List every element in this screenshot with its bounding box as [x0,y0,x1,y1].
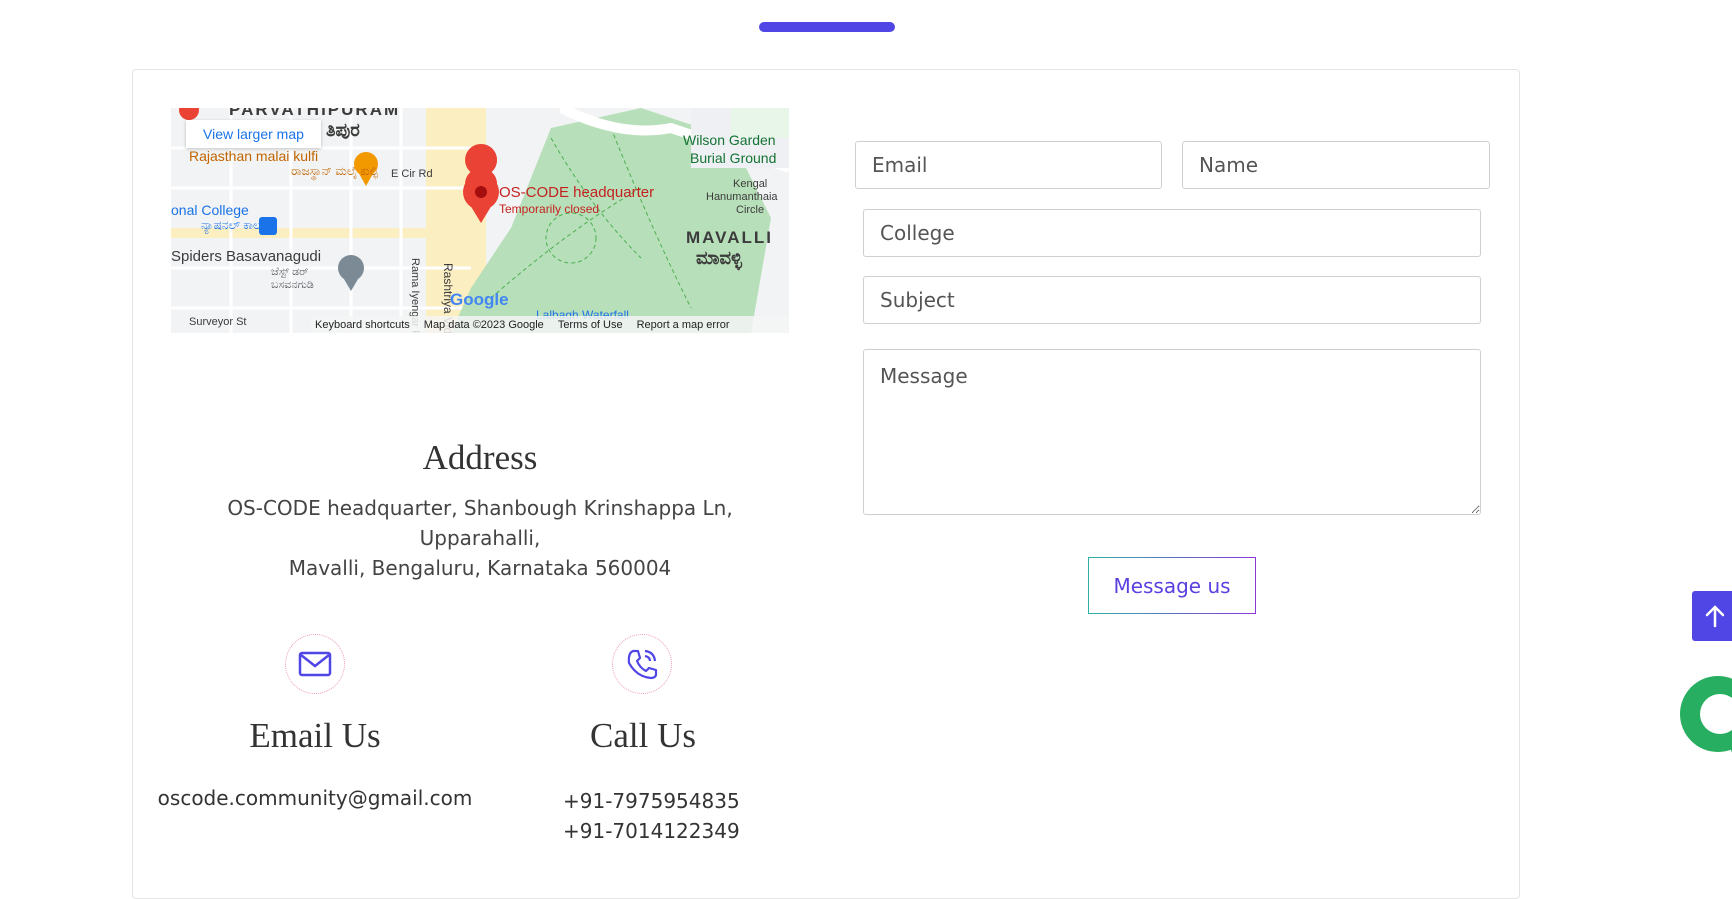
map-label-parvathipuram: PARVATHIPURAM [229,108,401,119]
map-label-hq[interactable]: OS-CODE headquarter [499,184,654,201]
map-label-kulfi: Rajasthan malai kulfi [189,148,319,164]
arrow-up-icon [1705,605,1725,628]
map-label-kulfi-kn: ರಾಜಸ್ಥಾನ್ ಮಲೈ ಕುಲ್ಫಿ [291,164,379,178]
map-footer: Keyboard shortcuts Map data ©2023 Google… [311,316,789,333]
subject-field[interactable] [863,276,1481,324]
map-label-ecir: E Cir Rd [391,168,433,180]
map-label-spiders-kn: ಜೆಸ್ಟ್ ಡರ್ ಬಸವನಗುಡಿ [271,266,314,291]
phone-2[interactable]: +91-7014122349 [563,816,803,846]
name-field[interactable] [1182,141,1490,189]
address-text: OS-CODE headquarter, Shanbough Krinshapp… [200,493,760,583]
report-error-link[interactable]: Report a map error [637,319,730,331]
address-title: Address [422,438,538,477]
map-data-text: Map data ©2023 Google [423,318,544,331]
phone-values: +91-7975954835 +91-7014122349 [563,786,803,846]
address-line-2: Mavalli, Bengaluru, Karnataka 560004 [288,556,672,580]
map-label-parvathipuram-kn: ತಿಪುರ [326,120,360,140]
message-us-button[interactable]: Message us [1088,557,1256,614]
map-label-mavalli: MAVALLI [686,228,774,247]
phone-1[interactable]: +91-7975954835 [563,786,803,816]
map-label-kengal-3: Circle [736,204,765,216]
view-larger-map-link[interactable]: View larger map [186,120,321,148]
address-line-1: OS-CODE headquarter, Shanbough Krinshapp… [227,496,733,550]
email-icon-circle [285,634,345,694]
google-logo: Google [450,290,509,310]
map-label-surveyor: Surveyor St [189,316,247,328]
map-label-spiders: Spiders Basavanagudi [171,248,322,265]
chat-icon [1700,694,1732,764]
map-label-kengal-1: Kengal [733,178,768,190]
map-label-college-kn: ನ್ಯಾಷನಲ್ ಕಾಲೇಜ್ [201,218,277,232]
phone-icon [627,649,658,680]
scroll-to-top-button[interactable] [1692,591,1732,641]
terms-link[interactable]: Terms of Use [558,319,623,331]
keyboard-shortcuts-link[interactable]: Keyboard shortcuts [315,319,410,331]
map-label-mavalli-kn: ಮಾವಳ್ಳಿ [696,248,742,268]
phone-icon-circle [612,634,672,694]
map-label-burial: Burial Ground [690,150,777,166]
mail-icon [298,651,332,677]
email-title: Email Us [249,716,381,755]
map-embed[interactable]: PARVATHIPURAM ತಿಪುರ Rajasthan malai kulf… [171,108,789,333]
email-field[interactable] [855,141,1162,189]
map-label-wilson: Wilson Garden [683,132,776,148]
google-logo-text: Google [450,290,509,309]
call-title: Call Us [590,716,696,755]
section-divider-bar [759,22,895,32]
map-label-kengal-2: Hanumanthaia [706,191,778,203]
chat-widget-button[interactable] [1680,676,1732,764]
message-field[interactable] [863,349,1481,515]
college-field[interactable] [863,209,1481,257]
map-label-college: onal College [171,202,249,218]
map-label-hq-status: Temporarily closed [499,202,600,216]
email-value[interactable]: oscode.community@gmail.com [145,786,485,810]
